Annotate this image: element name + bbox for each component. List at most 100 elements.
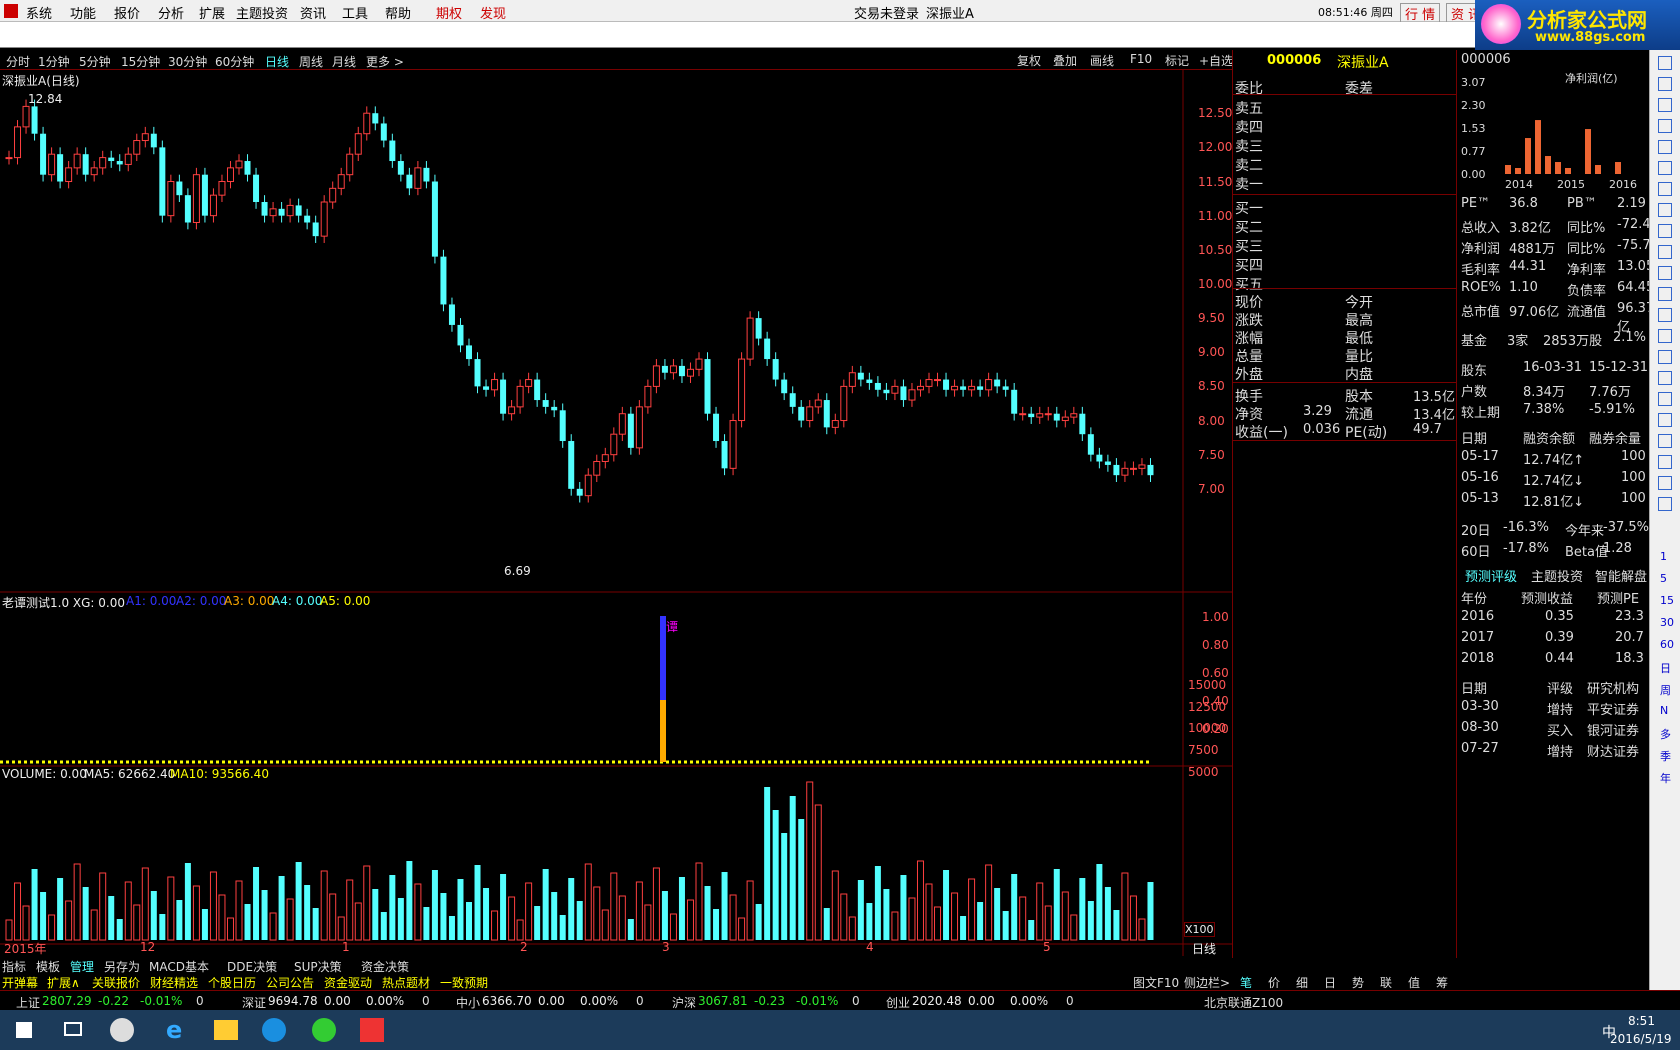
app-icon[interactable] xyxy=(110,1018,134,1042)
k-app-icon[interactable] xyxy=(262,1018,286,1042)
tool-icon[interactable] xyxy=(1658,308,1672,322)
sell-level[interactable]: 卖四 xyxy=(1235,117,1263,137)
bottom-tab[interactable]: 指标 xyxy=(2,958,26,975)
index-name[interactable]: 上证 xyxy=(16,994,40,1011)
browser-icon[interactable] xyxy=(312,1018,336,1042)
period-tab[interactable]: 15分钟 xyxy=(121,53,160,70)
fuquan-button[interactable]: 复权 xyxy=(1017,52,1041,69)
vtool-button[interactable]: 1 xyxy=(1660,550,1667,563)
vtool-button[interactable]: 季 xyxy=(1660,748,1671,764)
quote-tab[interactable]: 值 xyxy=(1408,974,1420,991)
bottom-tab[interactable]: 管理 xyxy=(70,958,94,975)
buy-level[interactable]: 买五 xyxy=(1235,274,1263,294)
tool-icon[interactable] xyxy=(1658,413,1672,427)
tool-icon[interactable] xyxy=(1658,455,1672,469)
f10-tab[interactable]: 图文F10 xyxy=(1133,974,1179,991)
tool-icon[interactable] xyxy=(1658,245,1672,259)
vtool-button[interactable]: 15 xyxy=(1660,594,1674,607)
menu-item[interactable]: 报价 xyxy=(114,3,140,22)
fin-tab[interactable]: 预测评级 xyxy=(1465,566,1517,585)
bottom-tab[interactable]: 关联报价 xyxy=(92,974,140,991)
index-name[interactable]: 深证 xyxy=(242,994,266,1011)
stock-app-icon[interactable] xyxy=(360,1018,384,1042)
vtool-button[interactable]: 多 xyxy=(1660,726,1671,742)
tool-icon[interactable] xyxy=(1658,203,1672,217)
menu-item[interactable]: 功能 xyxy=(70,3,96,22)
vtool-button[interactable]: 日 xyxy=(1660,660,1671,676)
buy-level[interactable]: 买一 xyxy=(1235,198,1263,218)
sell-level[interactable]: 卖三 xyxy=(1235,136,1263,156)
bottom-tab[interactable]: 个股日历 xyxy=(208,974,256,991)
tool-icon[interactable] xyxy=(1658,161,1672,175)
bottom-tab[interactable]: DDE决策 xyxy=(227,958,277,975)
index-name[interactable]: 创业 xyxy=(886,994,910,1011)
buy-level[interactable]: 买三 xyxy=(1235,236,1263,256)
explorer-icon[interactable] xyxy=(214,1020,238,1040)
vtool-button[interactable]: 30 xyxy=(1660,616,1674,629)
period-tab[interactable]: 1分钟 xyxy=(38,53,70,70)
add-watchlist-button[interactable]: +自选 xyxy=(1199,52,1233,69)
fin-tab[interactable]: 智能解盘 xyxy=(1595,566,1647,585)
tool-icon[interactable] xyxy=(1658,56,1672,70)
quote-tab[interactable]: 筹 xyxy=(1436,974,1448,991)
tool-icon[interactable] xyxy=(1658,266,1672,280)
bottom-tab[interactable]: SUP决策 xyxy=(294,958,342,975)
menu-qiquan[interactable]: 期权 xyxy=(436,3,462,22)
bottom-tab[interactable]: 开弹幕 xyxy=(2,974,38,991)
vtool-button[interactable]: N xyxy=(1660,704,1668,717)
period-tab[interactable]: 30分钟 xyxy=(168,53,207,70)
menu-item[interactable]: 资讯 xyxy=(300,3,326,22)
bottom-tab[interactable]: 一致预期 xyxy=(440,974,488,991)
vtool-button[interactable]: 5 xyxy=(1660,572,1667,585)
tool-icon[interactable] xyxy=(1658,98,1672,112)
sell-level[interactable]: 卖二 xyxy=(1235,155,1263,175)
quote-tab[interactable]: 笔 xyxy=(1240,974,1252,991)
quote-tab[interactable]: 联 xyxy=(1380,974,1392,991)
bottom-tab[interactable]: MACD基本 xyxy=(149,958,209,975)
tool-icon[interactable] xyxy=(1658,119,1672,133)
tool-icon[interactable] xyxy=(1658,392,1672,406)
period-tab[interactable]: 周线 xyxy=(299,53,323,70)
menu-item[interactable]: 工具 xyxy=(342,3,368,22)
tool-icon[interactable] xyxy=(1658,350,1672,364)
fin-tab[interactable]: 主题投资 xyxy=(1531,566,1583,585)
bottom-tab[interactable]: 热点题材 xyxy=(382,974,430,991)
menu-item[interactable]: 主题投资 xyxy=(236,3,288,22)
kline-chart-svg[interactable] xyxy=(0,70,1232,958)
vtool-button[interactable]: 周 xyxy=(1660,682,1671,698)
address-bar[interactable] xyxy=(0,22,1475,48)
chart-area[interactable]: 深振业A(日线) 12.84 6.69 12.50 12.00 11.50 11.00… xyxy=(0,70,1232,958)
quote-tab[interactable]: 势 xyxy=(1352,974,1364,991)
windows-start-icon[interactable] xyxy=(16,1022,32,1038)
menu-item[interactable]: 帮助 xyxy=(385,3,411,22)
index-name[interactable]: 沪深 xyxy=(672,994,696,1011)
period-tab[interactable]: 60分钟 xyxy=(215,53,254,70)
bottom-tab[interactable]: 公司公告 xyxy=(266,974,314,991)
tool-icon[interactable] xyxy=(1658,287,1672,301)
tool-icon[interactable] xyxy=(1658,476,1672,490)
tool-icon[interactable] xyxy=(1658,497,1672,511)
menu-faxian[interactable]: 发现 xyxy=(480,3,506,22)
quote-tab[interactable]: 细 xyxy=(1296,974,1308,991)
period-tab[interactable]: 5分钟 xyxy=(79,53,111,70)
more-periods[interactable]: 更多 > xyxy=(366,53,404,70)
vtool-button[interactable]: 60 xyxy=(1660,638,1674,651)
sidebar-toggle[interactable]: 侧边栏> xyxy=(1184,974,1230,991)
menu-item[interactable]: 系统 xyxy=(26,3,52,22)
vtool-button[interactable]: 年 xyxy=(1660,770,1671,786)
bottom-tab[interactable]: 模板 xyxy=(36,958,60,975)
bottom-tab[interactable]: 扩展∧ xyxy=(47,974,80,991)
bottom-tab[interactable]: 资金驱动 xyxy=(324,974,372,991)
sell-level[interactable]: 卖一 xyxy=(1235,174,1263,194)
sell-level[interactable]: 卖五 xyxy=(1235,98,1263,118)
hangqing-button[interactable]: 行 情 xyxy=(1400,3,1441,24)
task-view-icon[interactable] xyxy=(64,1022,82,1036)
bottom-tab[interactable]: 资金决策 xyxy=(361,958,409,975)
period-tab[interactable]: 月线 xyxy=(332,53,356,70)
index-name[interactable]: 中小 xyxy=(456,994,480,1011)
menu-item[interactable]: 扩展 xyxy=(199,3,225,22)
tool-icon[interactable] xyxy=(1658,224,1672,238)
edge-icon[interactable]: e xyxy=(166,1016,182,1044)
login-status[interactable]: 交易未登录 xyxy=(854,3,919,22)
bottom-tab[interactable]: 财经精选 xyxy=(150,974,198,991)
